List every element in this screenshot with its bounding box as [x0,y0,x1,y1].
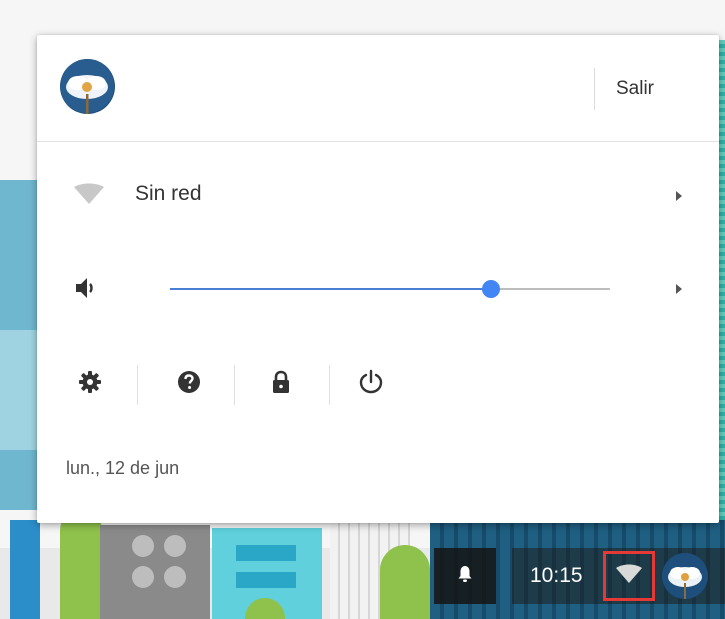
wifi-icon [73,183,105,210]
action-divider [234,365,235,405]
tray-actions [37,350,719,420]
wifi-icon [615,564,643,589]
network-status-label: Sin red [135,182,202,205]
power-button[interactable] [349,362,393,406]
sign-out-button[interactable]: Salir [612,75,658,103]
gear-icon [78,370,102,399]
chevron-right-icon[interactable] [676,284,682,294]
header-divider [594,68,595,110]
shelf-clock: 10:15 [530,564,583,587]
help-button[interactable] [167,362,211,406]
network-row[interactable]: Sin red [37,165,719,225]
volume-slider-fill [170,288,492,290]
tray-header: Salir [37,35,719,142]
power-icon [358,369,384,400]
action-divider [329,365,330,405]
volume-slider[interactable] [170,280,610,298]
shelf-network-status[interactable] [603,551,655,601]
action-divider [137,365,138,405]
notifications-button[interactable] [434,548,496,604]
speaker-icon[interactable] [74,276,100,305]
shelf-user-avatar[interactable] [662,553,708,599]
help-icon [177,370,201,399]
chevron-right-icon [676,191,682,201]
volume-slider-thumb[interactable] [482,280,501,298]
system-tray-menu: Salir Sin red lun., 12 de jun [37,35,719,523]
date-label[interactable]: lun., 12 de jun [66,458,179,479]
volume-row [37,260,719,320]
lock-button[interactable] [259,362,303,406]
bell-icon [457,565,473,588]
lock-icon [271,370,291,399]
settings-button[interactable] [68,362,112,406]
user-avatar [60,59,115,114]
